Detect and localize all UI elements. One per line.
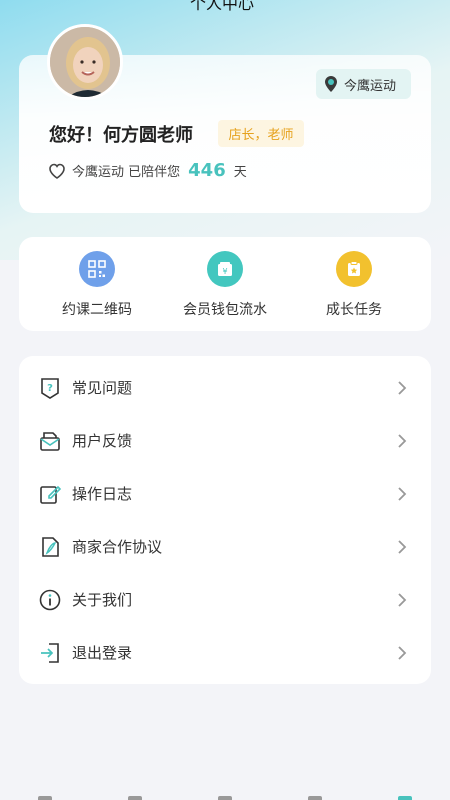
brand-badge[interactable]: 今鹰运动	[316, 69, 411, 99]
faq-icon: ?	[41, 377, 59, 399]
tab-indicator[interactable]	[308, 796, 322, 800]
info-icon	[39, 589, 61, 610]
tab-indicator[interactable]	[128, 796, 142, 800]
menu-icon[interactable]	[408, 0, 430, 6]
menu-item-about-us[interactable]: 关于我们	[19, 573, 431, 626]
task-icon	[336, 251, 372, 287]
heart-icon	[49, 163, 65, 179]
menu-item-label: 关于我们	[72, 591, 133, 609]
quick-action-label: 成长任务	[326, 302, 382, 318]
logout-icon	[41, 642, 59, 663]
menu-item-label: 退出登录	[72, 644, 133, 662]
greeting-text: 您好！何方圆老师	[49, 125, 193, 146]
svg-text:¥: ¥	[222, 267, 227, 276]
days-count: 446	[188, 160, 226, 181]
chevron-right-icon	[398, 645, 407, 660]
tab-indicator[interactable]	[218, 796, 232, 800]
quick-action-label: 会员钱包流水	[183, 302, 267, 318]
role-badge: 店长，老师	[218, 120, 304, 147]
chevron-right-icon	[398, 380, 407, 395]
tab-indicator[interactable]	[398, 796, 412, 800]
days-prefix: 今鹰运动 已陪伴您	[72, 165, 181, 180]
page-title: 个人中心	[190, 0, 255, 13]
menu-item-label: 操作日志	[72, 485, 133, 503]
quick-action-growth-task[interactable]: 成长任务	[294, 251, 414, 319]
days-companion-row: 今鹰运动 已陪伴您 446 天	[48, 160, 247, 181]
svg-text:?: ?	[47, 383, 53, 394]
chevron-right-icon	[398, 592, 407, 607]
menu-item-operation-log[interactable]: 操作日志	[19, 467, 431, 520]
menu-item-merchant-agreement[interactable]: 商家合作协议	[19, 520, 431, 573]
menu-item-label: 商家合作协议	[72, 538, 163, 556]
menu-item-feedback[interactable]: 用户反馈	[19, 414, 431, 467]
menu-item-label: 常见问题	[72, 379, 133, 397]
log-icon	[40, 485, 61, 504]
wallet-icon: ¥	[207, 251, 243, 287]
quick-action-wallet[interactable]: ¥ 会员钱包流水	[165, 251, 285, 319]
chevron-right-icon	[398, 539, 407, 554]
agreement-icon	[42, 536, 59, 557]
quick-action-label: 约课二维码	[62, 302, 132, 318]
menu-item-faq[interactable]: ? 常见问题	[19, 361, 431, 414]
chevron-right-icon	[398, 486, 407, 501]
menu-item-logout[interactable]: 退出登录	[19, 626, 431, 679]
quick-actions-card: 约课二维码 ¥ 会员钱包流水 成长任务	[19, 237, 431, 331]
location-pin-icon	[325, 76, 337, 92]
menu-list: ? 常见问题 用户反馈 操作日志 商家合作协议 关于我们 退出登录	[19, 356, 431, 684]
avatar[interactable]	[47, 24, 123, 100]
quick-action-qrcode[interactable]: 约课二维码	[37, 251, 157, 319]
chevron-right-icon	[398, 433, 407, 448]
qrcode-icon	[79, 251, 115, 287]
days-suffix: 天	[233, 165, 247, 180]
feedback-icon	[40, 431, 60, 451]
menu-item-label: 用户反馈	[72, 432, 133, 450]
brand-badge-label: 今鹰运动	[344, 78, 397, 94]
bottom-tab-bar	[0, 796, 450, 800]
tab-indicator[interactable]	[38, 796, 52, 800]
